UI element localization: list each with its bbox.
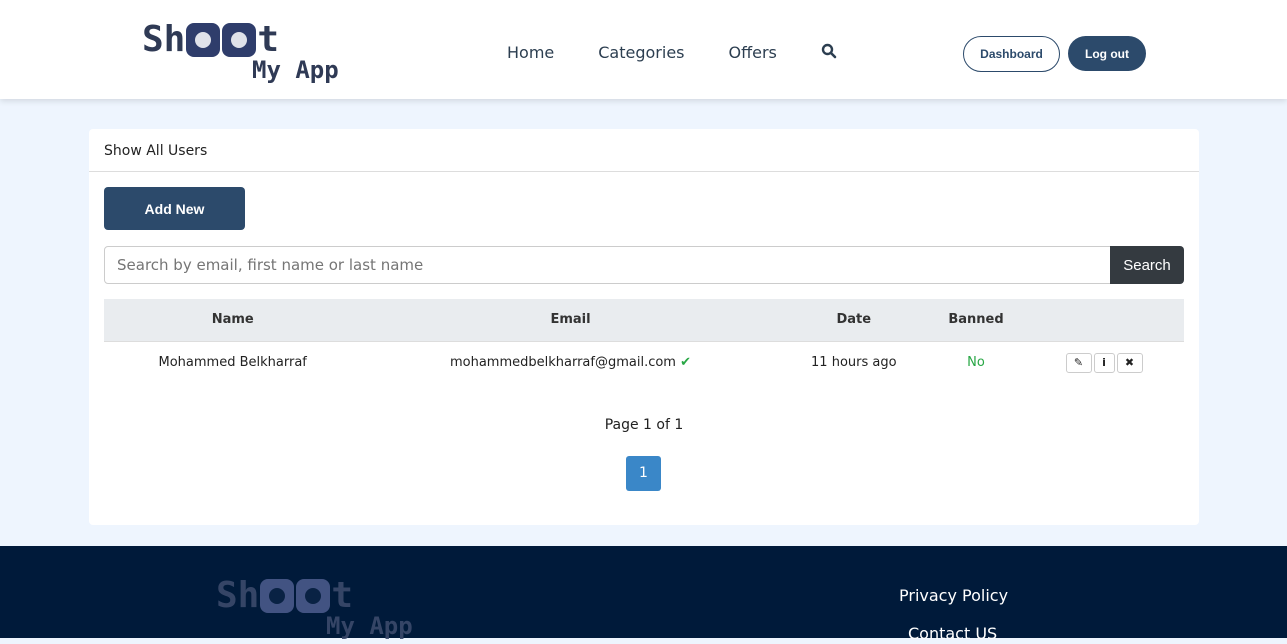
page-info: Page 1 of 1 [604,417,684,433]
col-actions [1024,299,1184,341]
user-name: Mohammed Belkharraf [104,340,362,384]
edit-icon[interactable]: ✎ [1065,352,1092,373]
dashboard-button[interactable]: Dashboard [963,36,1060,72]
aperture-icon [260,579,295,613]
privacy-policy-link[interactable]: Privacy Policy [899,586,1008,605]
search-button[interactable]: Search [1110,246,1184,284]
page-1-button[interactable]: 1 [626,456,661,491]
nav-categories[interactable]: Categories [598,43,684,63]
header: Sh t My App Home Categories Offers Dashbo… [0,0,1287,99]
footer: Sh t My App Privacy Policy Contact US [0,546,1287,643]
aperture-icon [186,23,221,57]
col-name: Name [104,299,362,341]
nav-home[interactable]: Home [507,43,554,63]
contact-us-link[interactable]: Contact US [908,624,997,643]
user-email: mohammedbelkharraf@gmail.com [449,355,676,371]
user-date: 11 hours ago [779,340,928,384]
table-row: Mohammed Belkharraf mohammedbelkharraf@g… [104,340,1184,384]
search-icon[interactable] [821,43,837,63]
footer-logo: Sh t My App [216,575,413,641]
delete-icon[interactable]: ✖ [1116,352,1143,373]
main-nav: Home Categories Offers [507,43,837,63]
col-email: Email [361,299,780,341]
col-date: Date [779,299,928,341]
aperture-icon [222,23,257,57]
logout-button[interactable]: Log out [1068,36,1146,71]
aperture-icon [296,579,331,613]
verified-check-icon: ✔ [680,355,692,371]
card-title: Show All Users [89,129,1199,172]
add-new-button[interactable]: Add New [104,187,245,230]
users-card: Show All Users Add New Search Name Email… [89,129,1199,525]
search-input[interactable] [104,246,1111,284]
logo[interactable]: Sh t My App [142,20,352,88]
nav-offers[interactable]: Offers [729,43,777,63]
user-banned: No [927,340,1024,384]
users-table: Name Email Date Banned Mohammed Belkharr… [104,299,1184,384]
info-icon[interactable]: i [1093,352,1115,373]
col-banned: Banned [927,299,1024,341]
